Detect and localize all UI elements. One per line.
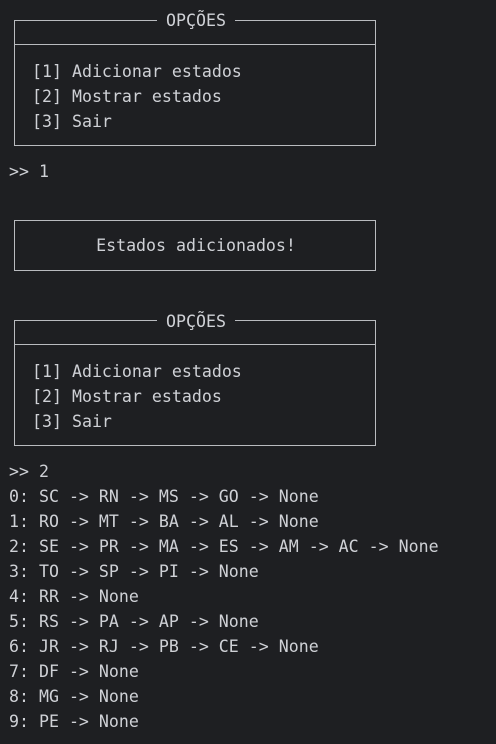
menu-title-row: OPÇÕES	[14, 309, 378, 334]
menu-title-row: OPÇÕES	[14, 8, 378, 33]
menu-item-add: [1] Adicionar estados	[32, 62, 242, 81]
menu-item-exit: [3] Sair	[32, 412, 112, 431]
message-text: Estados adicionados!	[96, 236, 296, 255]
menu-title-divider	[14, 344, 376, 345]
output-line: 8: MG -> None	[9, 687, 139, 706]
menu-item-exit: [3] Sair	[32, 112, 112, 131]
menu-item-add: [1] Adicionar estados	[32, 362, 242, 381]
output-line: 1: RO -> MT -> BA -> AL -> None	[9, 512, 319, 531]
output-line: 2: SE -> PR -> MA -> ES -> AM -> AC -> N…	[9, 537, 439, 556]
menu-title: OPÇÕES	[157, 312, 235, 331]
output-line: 4: RR -> None	[9, 587, 139, 606]
output-line: 6: JR -> RJ -> PB -> CE -> None	[9, 637, 319, 656]
output-line: 9: PE -> None	[9, 712, 139, 731]
menu-title-divider	[14, 44, 376, 45]
output-line: 5: RS -> PA -> AP -> None	[9, 612, 259, 631]
input-prompt[interactable]: >> 2	[9, 459, 49, 484]
menu-item-show: [2] Mostrar estados	[32, 87, 222, 106]
input-prompt[interactable]: >> 1	[9, 159, 49, 184]
output-line: 3: TO -> SP -> PI -> None	[9, 562, 259, 581]
output-line: 7: DF -> None	[9, 662, 139, 681]
output-line: 0: SC -> RN -> MS -> GO -> None	[9, 487, 319, 506]
menu-item-show: [2] Mostrar estados	[32, 387, 222, 406]
menu-title: OPÇÕES	[157, 11, 235, 30]
